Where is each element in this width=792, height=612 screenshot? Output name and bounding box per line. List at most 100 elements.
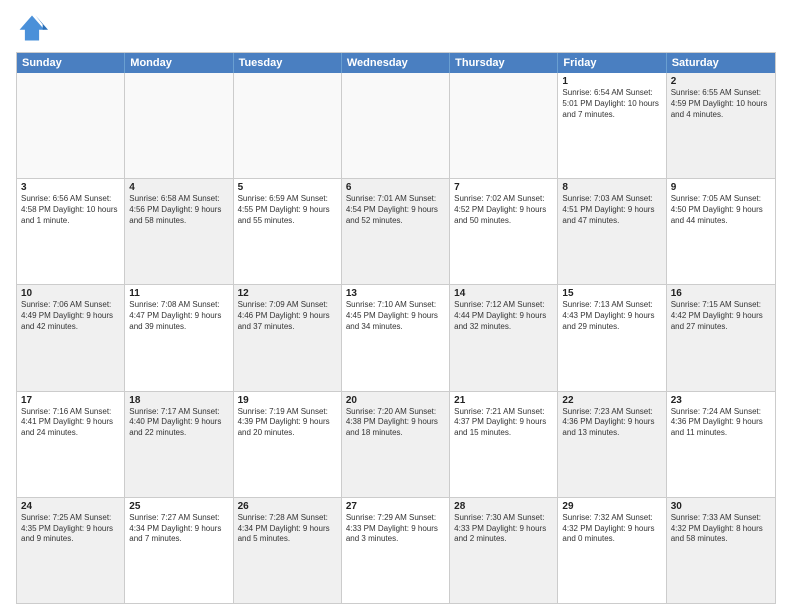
weekday-header: Thursday [450, 53, 558, 73]
day-number: 23 [671, 395, 771, 406]
day-info: Sunrise: 7:09 AM Sunset: 4:46 PM Dayligh… [238, 300, 337, 332]
page: SundayMondayTuesdayWednesdayThursdayFrid… [0, 0, 792, 612]
day-number: 1 [562, 76, 661, 87]
day-info: Sunrise: 7:30 AM Sunset: 4:33 PM Dayligh… [454, 513, 553, 545]
day-info: Sunrise: 6:55 AM Sunset: 4:59 PM Dayligh… [671, 88, 771, 120]
calendar-cell: 27Sunrise: 7:29 AM Sunset: 4:33 PM Dayli… [342, 498, 450, 603]
day-number: 2 [671, 76, 771, 87]
calendar-cell: 21Sunrise: 7:21 AM Sunset: 4:37 PM Dayli… [450, 392, 558, 497]
calendar-cell: 16Sunrise: 7:15 AM Sunset: 4:42 PM Dayli… [667, 285, 775, 390]
day-info: Sunrise: 7:20 AM Sunset: 4:38 PM Dayligh… [346, 407, 445, 439]
logo-icon [16, 12, 48, 44]
day-info: Sunrise: 7:15 AM Sunset: 4:42 PM Dayligh… [671, 300, 771, 332]
calendar-cell: 19Sunrise: 7:19 AM Sunset: 4:39 PM Dayli… [234, 392, 342, 497]
day-info: Sunrise: 7:28 AM Sunset: 4:34 PM Dayligh… [238, 513, 337, 545]
day-info: Sunrise: 7:24 AM Sunset: 4:36 PM Dayligh… [671, 407, 771, 439]
day-number: 4 [129, 182, 228, 193]
day-info: Sunrise: 7:27 AM Sunset: 4:34 PM Dayligh… [129, 513, 228, 545]
day-number: 8 [562, 182, 661, 193]
day-info: Sunrise: 7:10 AM Sunset: 4:45 PM Dayligh… [346, 300, 445, 332]
day-number: 19 [238, 395, 337, 406]
calendar-cell: 12Sunrise: 7:09 AM Sunset: 4:46 PM Dayli… [234, 285, 342, 390]
day-number: 25 [129, 501, 228, 512]
day-info: Sunrise: 6:59 AM Sunset: 4:55 PM Dayligh… [238, 194, 337, 226]
day-number: 29 [562, 501, 661, 512]
calendar-row: 10Sunrise: 7:06 AM Sunset: 4:49 PM Dayli… [17, 284, 775, 390]
day-number: 21 [454, 395, 553, 406]
day-number: 20 [346, 395, 445, 406]
day-number: 7 [454, 182, 553, 193]
calendar-row: 3Sunrise: 6:56 AM Sunset: 4:58 PM Daylig… [17, 178, 775, 284]
day-info: Sunrise: 6:56 AM Sunset: 4:58 PM Dayligh… [21, 194, 120, 226]
day-info: Sunrise: 7:16 AM Sunset: 4:41 PM Dayligh… [21, 407, 120, 439]
calendar-cell: 9Sunrise: 7:05 AM Sunset: 4:50 PM Daylig… [667, 179, 775, 284]
weekday-header: Saturday [667, 53, 775, 73]
header [16, 12, 776, 44]
day-number: 24 [21, 501, 120, 512]
day-info: Sunrise: 7:29 AM Sunset: 4:33 PM Dayligh… [346, 513, 445, 545]
day-info: Sunrise: 7:21 AM Sunset: 4:37 PM Dayligh… [454, 407, 553, 439]
calendar-cell: 26Sunrise: 7:28 AM Sunset: 4:34 PM Dayli… [234, 498, 342, 603]
day-info: Sunrise: 7:12 AM Sunset: 4:44 PM Dayligh… [454, 300, 553, 332]
weekday-header: Wednesday [342, 53, 450, 73]
calendar-cell: 29Sunrise: 7:32 AM Sunset: 4:32 PM Dayli… [558, 498, 666, 603]
day-number: 3 [21, 182, 120, 193]
calendar-cell: 7Sunrise: 7:02 AM Sunset: 4:52 PM Daylig… [450, 179, 558, 284]
calendar: SundayMondayTuesdayWednesdayThursdayFrid… [16, 52, 776, 604]
calendar-cell: 24Sunrise: 7:25 AM Sunset: 4:35 PM Dayli… [17, 498, 125, 603]
calendar-cell: 13Sunrise: 7:10 AM Sunset: 4:45 PM Dayli… [342, 285, 450, 390]
day-number: 30 [671, 501, 771, 512]
calendar-row: 24Sunrise: 7:25 AM Sunset: 4:35 PM Dayli… [17, 497, 775, 603]
day-number: 9 [671, 182, 771, 193]
day-info: Sunrise: 7:01 AM Sunset: 4:54 PM Dayligh… [346, 194, 445, 226]
calendar-cell: 4Sunrise: 6:58 AM Sunset: 4:56 PM Daylig… [125, 179, 233, 284]
day-info: Sunrise: 7:08 AM Sunset: 4:47 PM Dayligh… [129, 300, 228, 332]
calendar-cell: 1Sunrise: 6:54 AM Sunset: 5:01 PM Daylig… [558, 73, 666, 178]
day-number: 18 [129, 395, 228, 406]
calendar-cell: 30Sunrise: 7:33 AM Sunset: 4:32 PM Dayli… [667, 498, 775, 603]
logo [16, 12, 52, 44]
calendar-cell: 11Sunrise: 7:08 AM Sunset: 4:47 PM Dayli… [125, 285, 233, 390]
day-number: 27 [346, 501, 445, 512]
day-info: Sunrise: 7:23 AM Sunset: 4:36 PM Dayligh… [562, 407, 661, 439]
calendar-cell: 2Sunrise: 6:55 AM Sunset: 4:59 PM Daylig… [667, 73, 775, 178]
day-number: 28 [454, 501, 553, 512]
day-number: 22 [562, 395, 661, 406]
calendar-cell: 6Sunrise: 7:01 AM Sunset: 4:54 PM Daylig… [342, 179, 450, 284]
calendar-cell: 17Sunrise: 7:16 AM Sunset: 4:41 PM Dayli… [17, 392, 125, 497]
day-number: 11 [129, 288, 228, 299]
day-number: 6 [346, 182, 445, 193]
day-info: Sunrise: 6:54 AM Sunset: 5:01 PM Dayligh… [562, 88, 661, 120]
calendar-cell [125, 73, 233, 178]
calendar-cell [17, 73, 125, 178]
calendar-cell: 14Sunrise: 7:12 AM Sunset: 4:44 PM Dayli… [450, 285, 558, 390]
day-number: 10 [21, 288, 120, 299]
calendar-cell [450, 73, 558, 178]
calendar-cell: 18Sunrise: 7:17 AM Sunset: 4:40 PM Dayli… [125, 392, 233, 497]
day-number: 12 [238, 288, 337, 299]
day-info: Sunrise: 7:32 AM Sunset: 4:32 PM Dayligh… [562, 513, 661, 545]
calendar-cell: 20Sunrise: 7:20 AM Sunset: 4:38 PM Dayli… [342, 392, 450, 497]
calendar-row: 1Sunrise: 6:54 AM Sunset: 5:01 PM Daylig… [17, 73, 775, 178]
calendar-cell: 3Sunrise: 6:56 AM Sunset: 4:58 PM Daylig… [17, 179, 125, 284]
day-info: Sunrise: 7:25 AM Sunset: 4:35 PM Dayligh… [21, 513, 120, 545]
day-number: 17 [21, 395, 120, 406]
day-info: Sunrise: 7:19 AM Sunset: 4:39 PM Dayligh… [238, 407, 337, 439]
day-number: 15 [562, 288, 661, 299]
weekday-header: Friday [558, 53, 666, 73]
day-info: Sunrise: 7:33 AM Sunset: 4:32 PM Dayligh… [671, 513, 771, 545]
calendar-body: 1Sunrise: 6:54 AM Sunset: 5:01 PM Daylig… [17, 73, 775, 603]
calendar-cell [234, 73, 342, 178]
calendar-cell: 8Sunrise: 7:03 AM Sunset: 4:51 PM Daylig… [558, 179, 666, 284]
weekday-header: Monday [125, 53, 233, 73]
calendar-cell: 22Sunrise: 7:23 AM Sunset: 4:36 PM Dayli… [558, 392, 666, 497]
day-info: Sunrise: 7:13 AM Sunset: 4:43 PM Dayligh… [562, 300, 661, 332]
day-info: Sunrise: 7:05 AM Sunset: 4:50 PM Dayligh… [671, 194, 771, 226]
day-number: 13 [346, 288, 445, 299]
day-info: Sunrise: 6:58 AM Sunset: 4:56 PM Dayligh… [129, 194, 228, 226]
calendar-cell: 23Sunrise: 7:24 AM Sunset: 4:36 PM Dayli… [667, 392, 775, 497]
calendar-header: SundayMondayTuesdayWednesdayThursdayFrid… [17, 53, 775, 73]
calendar-cell: 28Sunrise: 7:30 AM Sunset: 4:33 PM Dayli… [450, 498, 558, 603]
calendar-cell: 5Sunrise: 6:59 AM Sunset: 4:55 PM Daylig… [234, 179, 342, 284]
weekday-header: Sunday [17, 53, 125, 73]
